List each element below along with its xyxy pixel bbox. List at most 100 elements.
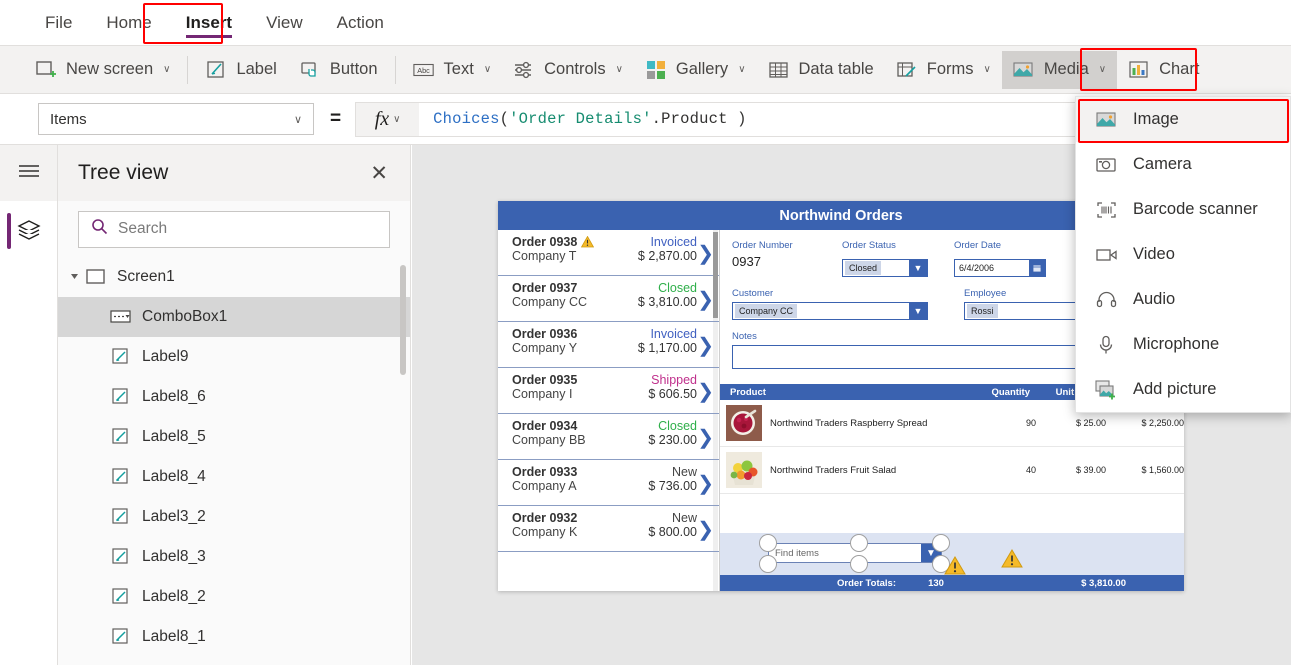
rail-tree-view-button[interactable] [0,201,57,263]
order-list-item[interactable]: Order 0938 Invoiced Company T $ 2,870.00… [498,230,719,276]
svg-text:Abc: Abc [417,66,430,75]
ribbon-data-table-button[interactable]: Data table [757,51,885,89]
expand-caret-icon[interactable] [70,272,85,283]
order-status-dropdown[interactable]: Closed ▼ [842,259,928,277]
chevron-down-icon[interactable]: ▼ [909,260,927,276]
tree-item-label8-2[interactable]: Label8_2 [58,577,410,617]
tree-item-label8-6[interactable]: Label8_6 [58,377,410,417]
warning-icon [581,236,595,248]
order-list-scrollbar[interactable] [713,232,718,318]
order-company: Company I [512,387,573,401]
menu-item-home[interactable]: Home [89,0,168,45]
menu-item-image[interactable]: Image [1076,97,1290,142]
menu-item-view[interactable]: View [249,0,320,45]
order-list-item[interactable]: Order 0937 Closed Company CC $ 3,810.00 … [498,276,719,322]
tree-item-label8-4[interactable]: Label8_4 [58,457,410,497]
menu-item-add-picture[interactable]: Add picture [1076,367,1290,412]
tree-item-label8-6-label: Label8_6 [142,388,206,405]
resize-handle-top-center[interactable] [850,534,868,552]
order-list-item[interactable]: Order 0932 New Company K $ 800.00 ❯ [498,506,719,552]
order-date-picker[interactable]: 6/4/2006 [954,259,1046,277]
employee-value: Rossi [967,304,998,318]
order-totals-label: Order Totals: [837,577,896,589]
ribbon-gallery-button[interactable]: Gallery ∨ [634,51,757,89]
ribbon-chart-button[interactable]: Chart [1117,51,1210,89]
chevron-right-icon[interactable]: ❯ [697,471,714,496]
raspberry-spread-thumbnail [726,405,762,441]
left-icon-rail [0,145,58,665]
product-quantity: 40 [1025,465,1036,475]
ribbon-label-button[interactable]: Label [194,51,287,89]
menu-item-camera[interactable]: Camera [1076,142,1290,187]
property-selector-value: Items [50,110,87,128]
chevron-right-icon[interactable]: ❯ [697,287,714,312]
tree-item-combobox1[interactable]: ComboBox1 [58,297,410,337]
tree-item-label3-2[interactable]: Label3_2 [58,497,410,537]
tree-item-label8-1[interactable]: Label8_1 [58,617,410,657]
calendar-icon[interactable] [1029,260,1045,276]
customer-dropdown[interactable]: Company CC ▼ [732,302,928,320]
menu-item-microphone[interactable]: Microphone [1076,322,1290,367]
chevron-right-icon[interactable]: ❯ [697,241,714,266]
order-list-item[interactable]: Order 0934 Closed Company BB $ 230.00 ❯ [498,414,719,460]
order-list-item[interactable]: Order 0933 New Company A $ 736.00 ❯ [498,460,719,506]
close-icon[interactable]: ✕ [366,159,392,188]
warning-icon[interactable] [1001,549,1023,573]
order-totals-bar: Order Totals: 130 $ 3,810.00 [720,575,1184,591]
menu-item-file[interactable]: File [28,0,89,45]
menu-item-audio-label: Audio [1133,290,1176,308]
tree-item-label9[interactable]: Label9 [58,337,410,377]
ribbon-forms-button[interactable]: Forms ∨ [885,51,1002,89]
order-amount: $ 736.00 [648,479,697,493]
property-selector[interactable]: Items ∨ [38,103,314,135]
chevron-right-icon[interactable]: ❯ [697,379,714,404]
tree-scrollbar[interactable] [400,265,406,375]
controls-icon [513,59,535,81]
search-icon [91,218,108,240]
order-list-item[interactable]: Order 0936 Invoiced Company Y $ 1,170.00… [498,322,719,368]
resize-handle-top-right[interactable] [932,534,950,552]
tree-item-label8-5[interactable]: Label8_5 [58,417,410,457]
chevron-right-icon[interactable]: ❯ [697,333,714,358]
label-icon [110,348,132,367]
insert-ribbon: New screen ∨ Label Button Abc Text ∨ Con… [0,45,1291,94]
ribbon-controls-button[interactable]: Controls ∨ [502,51,634,89]
chevron-right-icon[interactable]: ❯ [697,425,714,450]
chevron-right-icon[interactable]: ❯ [697,517,714,542]
ribbon-new-screen-button[interactable]: New screen ∨ [24,51,181,89]
fx-label: fx [374,107,390,130]
menu-item-insert[interactable]: Insert [169,0,249,45]
chevron-down-icon: ∨ [983,64,991,75]
ribbon-button-button[interactable]: Button [288,51,389,89]
resize-handle-bottom-left[interactable] [759,555,777,573]
order-company: Company CC [512,295,588,309]
order-number: Order 0933 [512,465,578,479]
menu-item-action[interactable]: Action [320,0,401,45]
menu-item-audio[interactable]: Audio [1076,277,1290,322]
hamburger-menu-button[interactable] [0,145,57,201]
ribbon-new-screen-label: New screen [66,60,154,78]
ribbon-text-button[interactable]: Abc Text ∨ [402,51,503,89]
product-row[interactable]: Northwind Traders Fruit Salad 40 $ 39.00… [720,447,1184,494]
menu-item-barcode-scanner[interactable]: Barcode scanner [1076,187,1290,232]
ribbon-media-button[interactable]: Media ∨ [1001,50,1118,89]
fx-button[interactable]: fx ∨ [355,101,420,137]
ribbon-controls-label: Controls [544,60,606,78]
order-list-item[interactable]: Order 0935 Shipped Company I $ 606.50 ❯ [498,368,719,414]
tree-item-label8-3[interactable]: Label8_3 [58,537,410,577]
menu-item-microphone-label: Microphone [1133,335,1220,353]
tree-item-screen1[interactable]: Screen1 [58,257,410,297]
chevron-down-icon[interactable]: ▼ [909,303,927,319]
search-input[interactable] [118,220,377,238]
resize-handle-bottom-center[interactable] [850,555,868,573]
resize-handle-top-left[interactable] [759,534,777,552]
order-list: Order 0938 Invoiced Company T $ 2,870.00… [498,230,720,591]
product-name: Northwind Traders Fruit Salad [770,464,897,476]
customer-value: Company CC [735,304,798,318]
search-box[interactable] [78,210,390,248]
menu-item-action-label: Action [336,12,384,32]
product-total: $ 1,560.00 [1141,465,1184,475]
order-number: Order 0936 [512,327,578,341]
employee-input[interactable]: Rossi [964,302,1084,320]
menu-item-video[interactable]: Video [1076,232,1290,277]
